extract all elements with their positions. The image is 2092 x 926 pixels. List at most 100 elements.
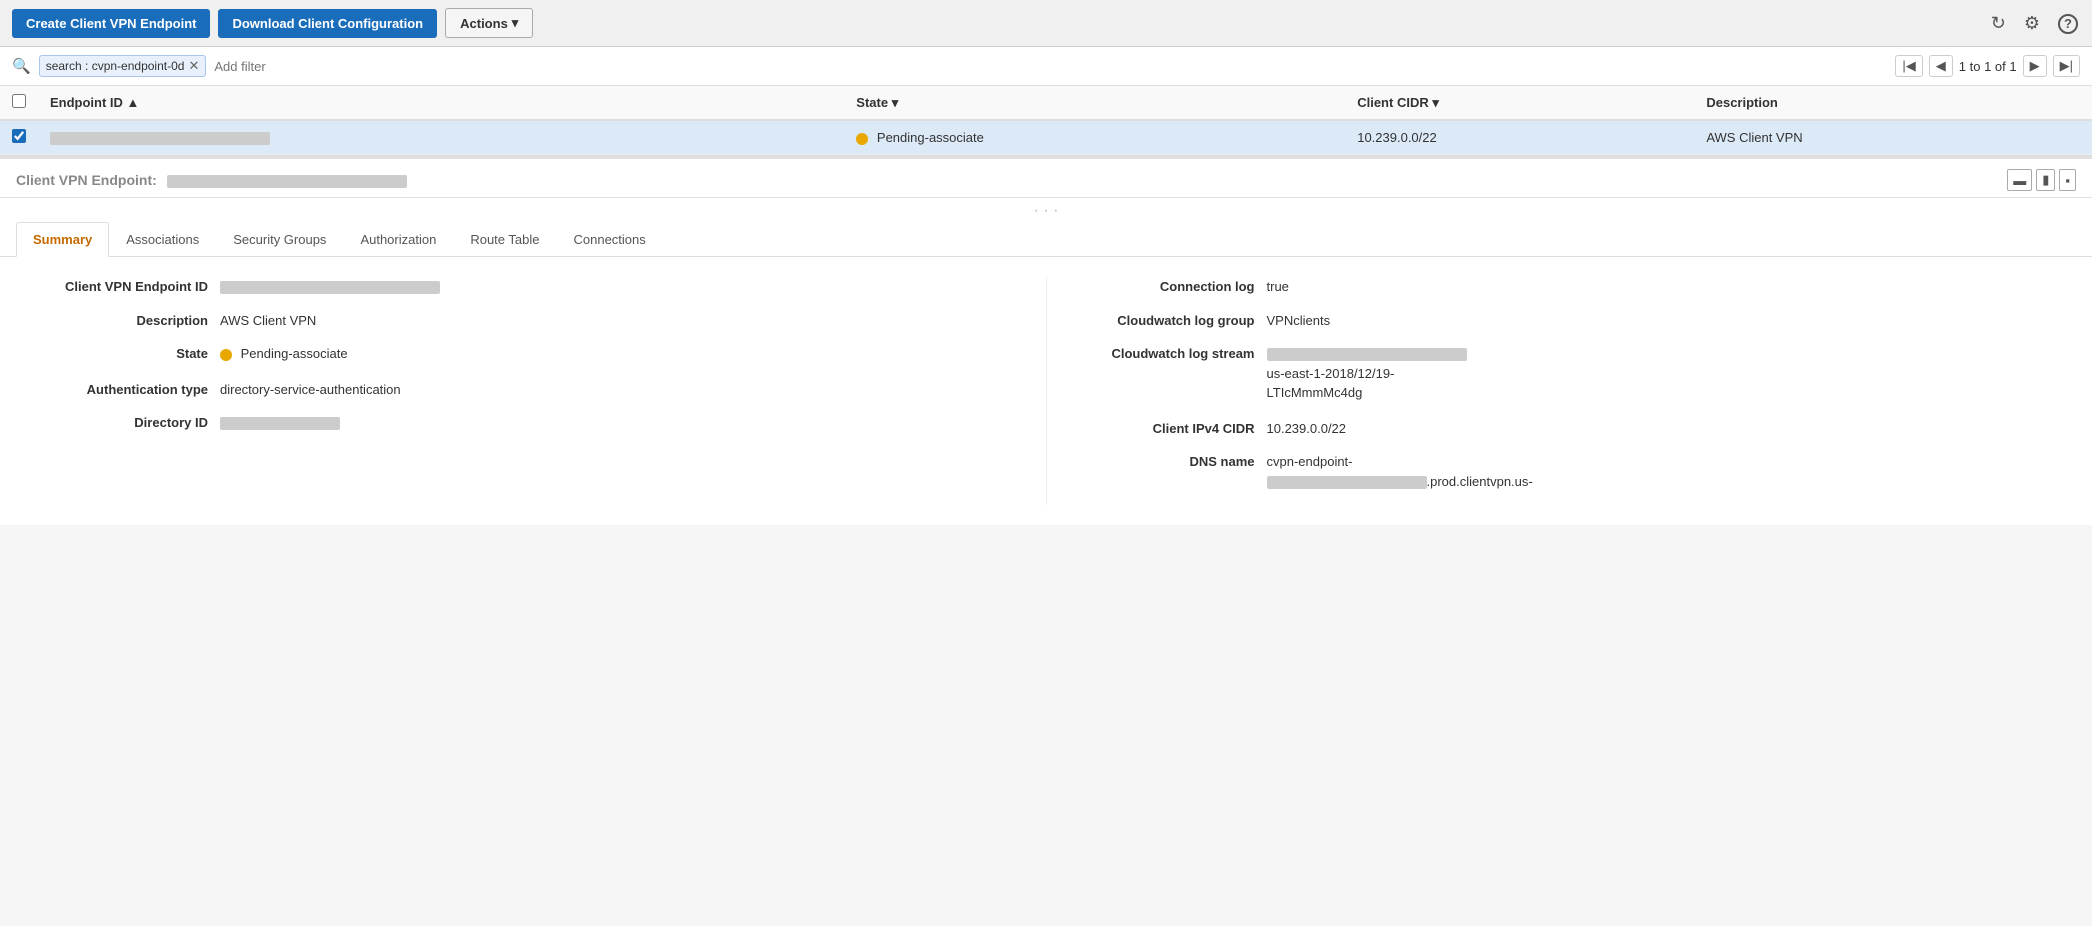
field-label-description: Description [40, 311, 220, 331]
endpoints-table: Endpoint ID ▲ State ▾ Client CIDR ▾ Desc… [0, 86, 2092, 155]
cw-stream-redacted [1267, 348, 1467, 361]
field-value-auth-type: directory-service-authentication [220, 380, 1026, 400]
search-tag-text: search : cvpn-endpoint-0d [46, 59, 185, 73]
page-last-icon: ▶| [2060, 58, 2073, 73]
summary-left-col: Client VPN Endpoint ID Description AWS C… [0, 277, 1046, 505]
page-first-button[interactable]: |◀ [1895, 55, 1922, 77]
search-tag: search : cvpn-endpoint-0d ✕ [39, 55, 207, 77]
tab-authorization[interactable]: Authorization [343, 222, 453, 256]
row-description: AWS Client VPN [1694, 120, 2092, 155]
field-connection-log: Connection log true [1087, 277, 2073, 297]
settings-button[interactable]: ⚙ [2022, 11, 2042, 36]
settings-icon: ⚙ [2024, 13, 2040, 33]
tab-associations[interactable]: Associations [109, 222, 216, 256]
refresh-button[interactable]: ↻ [1989, 11, 2008, 36]
view-split-vertical-button[interactable]: ▮ [2036, 169, 2055, 191]
view-full-button[interactable]: ▪ [2059, 169, 2076, 191]
help-icon: ? [2058, 14, 2078, 34]
field-auth-type: Authentication type directory-service-au… [40, 380, 1026, 400]
pagination-text: 1 to 1 of 1 [1959, 59, 2017, 74]
summary-content: Client VPN Endpoint ID Description AWS C… [0, 257, 2092, 525]
row-checkbox-col [0, 120, 38, 155]
refresh-icon: ↻ [1991, 13, 2006, 33]
table-header-row: Endpoint ID ▲ State ▾ Client CIDR ▾ Desc… [0, 86, 2092, 120]
col-description: Description [1694, 86, 2092, 120]
help-button[interactable]: ? [2056, 10, 2080, 36]
tab-route-table[interactable]: Route Table [453, 222, 556, 256]
tab-summary[interactable]: Summary [16, 222, 109, 257]
field-cw-log-group: Cloudwatch log group VPNclients [1087, 311, 2073, 331]
actions-chevron-icon: ▾ [512, 15, 519, 31]
page-last-button[interactable]: ▶| [2053, 55, 2080, 77]
field-label-endpoint-id: Client VPN Endpoint ID [40, 277, 220, 297]
view-split-horizontal-button[interactable]: ▬ [2007, 169, 2032, 191]
field-dns-name: DNS name cvpn-endpoint- .prod.clientvpn.… [1087, 452, 2073, 491]
sort-neutral-icon-2: ▾ [1432, 95, 1439, 110]
row-endpoint-id [38, 120, 844, 155]
actions-button[interactable]: Actions ▾ [445, 8, 533, 38]
detail-view-buttons: ▬ ▮ ▪ [2007, 169, 2076, 191]
field-label-connection-log: Connection log [1087, 277, 1267, 297]
field-label-dns-name: DNS name [1087, 452, 1267, 472]
tab-connections[interactable]: Connections [556, 222, 662, 256]
field-label-state: State [40, 344, 220, 364]
sort-asc-icon: ▲ [127, 95, 140, 110]
detail-endpoint-id-redacted [167, 175, 407, 188]
actions-label: Actions [460, 16, 508, 31]
row-state: Pending-associate [844, 120, 1345, 155]
tab-security-groups[interactable]: Security Groups [216, 222, 343, 256]
endpoints-table-wrap: Endpoint ID ▲ State ▾ Client CIDR ▾ Desc… [0, 86, 2092, 156]
detail-title: Client VPN Endpoint: [16, 172, 407, 188]
col-client-cidr[interactable]: Client CIDR ▾ [1345, 86, 1694, 120]
field-label-cw-log-group: Cloudwatch log group [1087, 311, 1267, 331]
col-endpoint-id[interactable]: Endpoint ID ▲ [38, 86, 844, 120]
create-vpn-endpoint-button[interactable]: Create Client VPN Endpoint [12, 9, 210, 38]
view-split-v-icon: ▮ [2042, 172, 2049, 187]
row-state-text: Pending-associate [877, 130, 984, 145]
page-next-button[interactable]: ▶ [2023, 55, 2047, 77]
detail-panel: Client VPN Endpoint: ▬ ▮ ▪ · · · Summary… [0, 156, 2092, 525]
view-split-h-icon: ▬ [2013, 173, 2026, 188]
page-first-icon: |◀ [1902, 58, 1915, 73]
summary-right-col: Connection log true Cloudwatch log group… [1046, 277, 2092, 505]
search-tag-close-icon[interactable]: ✕ [188, 58, 199, 74]
field-value-cw-log-stream: us-east-1-2018/12/19- LTIcMmmMc4dg [1267, 344, 2073, 403]
download-config-button[interactable]: Download Client Configuration [218, 9, 437, 38]
field-value-ipv4-cidr: 10.239.0.0/22 [1267, 419, 2073, 439]
dns-name-redacted [1267, 476, 1427, 489]
field-label-directory-id: Directory ID [40, 413, 220, 433]
field-value-state: Pending-associate [220, 344, 1026, 364]
add-filter-input[interactable] [214, 59, 1887, 74]
field-label-cw-log-stream: Cloudwatch log stream [1087, 344, 1267, 364]
field-label-auth-type: Authentication type [40, 380, 220, 400]
detail-header: Client VPN Endpoint: ▬ ▮ ▪ [0, 159, 2092, 198]
endpoint-id-redacted [50, 132, 270, 145]
field-state: State Pending-associate [40, 344, 1026, 364]
sort-neutral-icon: ▾ [892, 95, 899, 110]
field-ipv4-cidr: Client IPv4 CIDR 10.239.0.0/22 [1087, 419, 2073, 439]
field-value-cw-log-group: VPNclients [1267, 311, 2073, 331]
state-dot-icon [856, 133, 868, 145]
page-next-icon: ▶ [2030, 58, 2040, 73]
field-directory-id: Directory ID [40, 413, 1026, 433]
page-prev-button[interactable]: ◀ [1929, 55, 1953, 77]
field-endpoint-id: Client VPN Endpoint ID [40, 277, 1026, 297]
field-value-directory-id [220, 413, 1026, 433]
endpoint-id-value-redacted [220, 281, 440, 294]
row-checkbox[interactable] [12, 129, 26, 143]
field-value-connection-log: true [1267, 277, 2073, 297]
resize-handle[interactable]: · · · [0, 198, 2092, 220]
toolbar-icons: ↻ ⚙ ? [1989, 10, 2080, 36]
table-row[interactable]: Pending-associate 10.239.0.0/22 AWS Clie… [0, 120, 2092, 155]
col-state[interactable]: State ▾ [844, 86, 1345, 120]
select-all-checkbox[interactable] [12, 94, 26, 108]
select-all-col [0, 86, 38, 120]
detail-tabs: Summary Associations Security Groups Aut… [0, 222, 2092, 257]
field-value-dns-name: cvpn-endpoint- .prod.clientvpn.us- [1267, 452, 2073, 491]
directory-id-redacted [220, 417, 340, 430]
field-label-ipv4-cidr: Client IPv4 CIDR [1087, 419, 1267, 439]
field-value-endpoint-id [220, 277, 1026, 297]
page-prev-icon: ◀ [1936, 58, 1946, 73]
toolbar: Create Client VPN Endpoint Download Clie… [0, 0, 2092, 47]
state-dot-detail-icon [220, 349, 232, 361]
